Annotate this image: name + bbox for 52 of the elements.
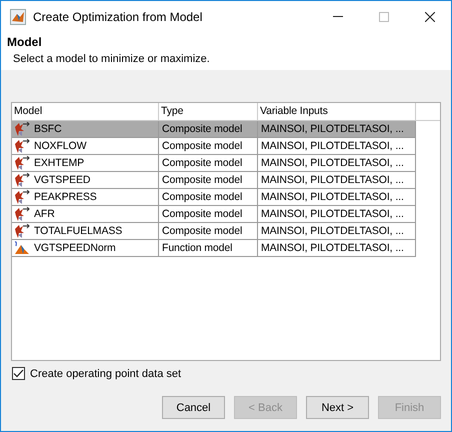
close-icon[interactable] [425,12,435,22]
model-icon [14,190,30,204]
table-cell-text: Composite model [162,207,242,222]
table-cell-text: NOXFLOW [34,139,86,154]
model-icon [14,224,30,238]
table-row[interactable]: NOXFLOW Composite model MAINSOI, PILOTDELTASOI, ... [12,138,416,155]
table-cell-text: MAINSOI, PILOTDELTASOI, ... [261,139,404,154]
table-cell-text: MAINSOI, PILOTDELTASOI, ... [261,224,404,239]
table-row[interactable]: AFR Composite model MAINSOI, PILOTDELTASOI, ... [12,206,416,223]
table-row[interactable]: BSFC Composite model MAINSOI, PILOTDELTASOI, ... [12,121,416,138]
model-icon [14,206,30,222]
table-cell-text: AFR [34,207,55,222]
table-cell-text: Composite model [162,122,242,137]
table-row[interactable]: TOTALFUELMASS Composite model MAINSOI, PILOTDELTASOI, ... [12,223,416,240]
table-row[interactable]: PEAKPRESS Composite model MAINSOI, PILOTDELTASOI, ... [12,189,416,206]
table-cell-text: Composite model [162,173,242,188]
table-cell-text: Composite model [162,156,242,171]
section-title: Model [7,35,43,49]
table-cell-text: EXHTEMP [34,156,84,171]
model-icon [14,138,30,154]
window-title: Create Optimization from Model [33,10,202,24]
checkbox[interactable] [12,367,25,380]
wizard-button[interactable]: Next > [306,396,369,419]
table-cell-text: VGTSPEEDNorm [34,241,116,256]
app-icon [10,8,26,24]
table-cell-text: BSFC [34,122,62,137]
table-cell-text: Composite model [162,224,242,239]
table-cell-text: MAINSOI, PILOTDELTASOI, ... [261,156,404,171]
table-cell-text: Composite model [162,139,242,154]
column-header[interactable]: Type [159,103,258,120]
table-cell-text: TOTALFUELMASS [34,224,122,239]
column-header[interactable]: Model [12,103,159,120]
table-row[interactable]: VGTSPEEDNorm Function model MAINSOI, PILOTDELTASOI, ... [12,240,416,257]
wizard-button[interactable]: Cancel [162,396,225,419]
table-cell-text: Composite model [162,190,242,205]
table-cell-text: MAINSOI, PILOTDELTASOI, ... [261,122,404,137]
function-icon [14,240,30,256]
table-cell-text: MAINSOI, PILOTDELTASOI, ... [261,207,404,222]
table-cell-text: MAINSOI, PILOTDELTASOI, ... [261,173,404,188]
checkbox-label: Create operating point data set [30,368,182,380]
model-icon [14,156,30,170]
table-cell-text: PEAKPRESS [34,190,97,205]
model-icon [14,172,30,188]
table-row[interactable]: EXHTEMP Composite model MAINSOI, PILOTDELTASOI, ... [12,155,416,172]
section-subtitle: Select a model to minimize or maximize. [13,53,211,65]
table-row[interactable]: VGTSPEED Composite model MAINSOI, PILOTDELTASOI, ... [12,172,416,189]
table-cell-text: Function model [162,241,232,256]
table-cell-text: VGTSPEED [34,173,90,188]
model-icon [14,122,30,136]
column-header[interactable]: Variable Inputs [258,103,416,120]
table-cell-text: MAINSOI, PILOTDELTASOI, ... [261,241,404,256]
table-cell-text: MAINSOI, PILOTDELTASOI, ... [261,190,404,205]
